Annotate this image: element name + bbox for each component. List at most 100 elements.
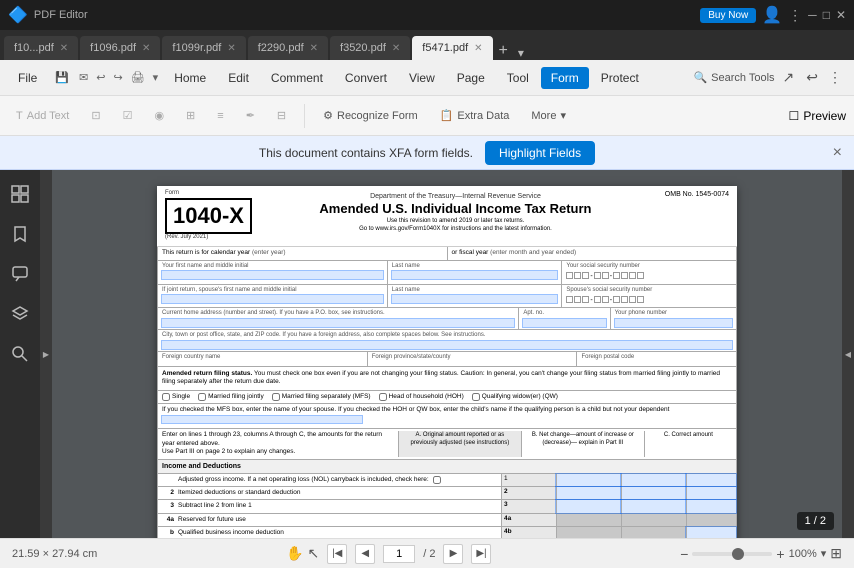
- tab-f1096[interactable]: f1096.pdf ✕: [80, 36, 160, 60]
- left-panel-toggle[interactable]: ▶: [40, 170, 52, 538]
- checkbox-hoh-input[interactable]: [379, 393, 387, 401]
- menu-tool[interactable]: Tool: [497, 67, 539, 89]
- tab-f5471[interactable]: f5471.pdf ✕: [412, 36, 492, 60]
- ssn-box[interactable]: [582, 296, 589, 303]
- spouse-lastname-field[interactable]: [392, 295, 558, 303]
- preview-area[interactable]: ☐ Preview: [789, 109, 846, 123]
- ssn-box[interactable]: [621, 272, 628, 279]
- tab-close-f3520[interactable]: ✕: [392, 43, 400, 54]
- menu-view[interactable]: View: [399, 67, 445, 89]
- first-name-field[interactable]: [162, 271, 383, 279]
- user-icon[interactable]: 👤: [762, 5, 782, 25]
- search-panel-btn[interactable]: [4, 338, 36, 370]
- ssn-box[interactable]: [629, 272, 636, 279]
- city-field[interactable]: [162, 341, 732, 349]
- menu-home[interactable]: Home: [164, 67, 216, 89]
- checkbox-mfs-input[interactable]: [272, 393, 280, 401]
- ssn-box[interactable]: [637, 296, 644, 303]
- zoom-out-btn[interactable]: −: [680, 546, 688, 562]
- nol-checkbox[interactable]: [433, 476, 441, 484]
- row-4b-col-c[interactable]: [686, 527, 736, 538]
- fit-page-btn[interactable]: ⊞: [830, 545, 842, 562]
- menu-page[interactable]: Page: [447, 67, 495, 89]
- ssn-box[interactable]: [582, 272, 589, 279]
- ssn-box[interactable]: [566, 296, 573, 303]
- extra-data-btn[interactable]: 📋 Extra Data: [432, 105, 518, 126]
- dropdown-icon[interactable]: ▾: [149, 71, 163, 84]
- row-1-col-c[interactable]: [686, 474, 736, 486]
- last-page-btn[interactable]: ▶|: [471, 544, 491, 564]
- address-field[interactable]: [162, 319, 514, 327]
- layers-panel-btn[interactable]: [4, 298, 36, 330]
- new-tab-btn[interactable]: +: [495, 42, 512, 60]
- more-btn[interactable]: More ▾: [523, 105, 574, 126]
- more-icon[interactable]: ⋮: [824, 69, 846, 86]
- page-number-input[interactable]: [383, 545, 415, 563]
- undo-icon[interactable]: ↩: [92, 71, 109, 84]
- mfs-note-field[interactable]: [162, 416, 362, 423]
- minimize-btn[interactable]: ─: [808, 8, 817, 22]
- select-btn[interactable]: ⊡: [83, 105, 108, 126]
- row-3-col-c[interactable]: [686, 500, 736, 512]
- highlight-fields-btn[interactable]: Highlight Fields: [485, 141, 595, 165]
- sign-btn[interactable]: ✒: [238, 105, 263, 126]
- checkbox-mfj-input[interactable]: [198, 393, 206, 401]
- save-icon[interactable]: 💾: [49, 71, 75, 84]
- apt-field[interactable]: [523, 319, 605, 327]
- zoom-in-btn[interactable]: +: [776, 546, 784, 562]
- tab-close-f5471[interactable]: ✕: [474, 43, 482, 54]
- ssn-box[interactable]: [602, 272, 609, 279]
- cursor-tool-icon[interactable]: ↖: [308, 545, 320, 562]
- bookmark-panel-btn[interactable]: [4, 218, 36, 250]
- menu-convert[interactable]: Convert: [335, 67, 397, 89]
- preview-checkbox[interactable]: ☐: [789, 109, 800, 123]
- hand-tool-icon[interactable]: ✋: [286, 545, 303, 562]
- tab-close-f1096[interactable]: ✕: [142, 43, 150, 54]
- ssn-box[interactable]: [602, 296, 609, 303]
- ssn-box[interactable]: [594, 296, 601, 303]
- ssn-box[interactable]: [613, 296, 620, 303]
- tab-close-f10[interactable]: ✕: [60, 43, 68, 54]
- menu-edit[interactable]: Edit: [218, 67, 259, 89]
- tab-f1099r[interactable]: f1099r.pdf ✕: [162, 36, 245, 60]
- next-page-btn[interactable]: ▶: [443, 544, 463, 564]
- tab-f10[interactable]: f10...pdf ✕: [4, 36, 78, 60]
- tab-f3520[interactable]: f3520.pdf ✕: [330, 36, 410, 60]
- phone-field[interactable]: [615, 319, 732, 327]
- row-2-col-a[interactable]: [556, 487, 621, 499]
- ssn-box[interactable]: [566, 272, 573, 279]
- checkbox-hoh[interactable]: Head of household (HOH): [379, 393, 464, 401]
- ssn-box[interactable]: [621, 296, 628, 303]
- barcode-btn[interactable]: ⊟: [269, 105, 294, 126]
- list-btn[interactable]: ≡: [209, 106, 231, 126]
- print-icon[interactable]: 🖨: [127, 71, 149, 84]
- tab-dropdown-icon[interactable]: ▾: [514, 46, 528, 60]
- ssn-box[interactable]: [594, 272, 601, 279]
- recognize-form-btn[interactable]: ⚙ Recognize Form: [315, 105, 426, 126]
- zoom-thumb[interactable]: [732, 548, 744, 560]
- tab-f2290[interactable]: f2290.pdf ✕: [248, 36, 328, 60]
- checkbox-btn[interactable]: ☑: [115, 105, 141, 126]
- redo-icon[interactable]: ↪: [109, 71, 126, 84]
- menu-protect[interactable]: Protect: [591, 67, 649, 89]
- search-area[interactable]: 🔍 Search Tools: [693, 71, 774, 84]
- close-btn[interactable]: ✕: [836, 8, 846, 22]
- comment-panel-btn[interactable]: [4, 258, 36, 290]
- row-2-col-c[interactable]: [686, 487, 736, 499]
- row-1-col-b[interactable]: [621, 474, 686, 486]
- row-3-col-b[interactable]: [621, 500, 686, 512]
- checkbox-mfj[interactable]: Married filing jointly: [198, 393, 264, 401]
- checkbox-qw-input[interactable]: [472, 393, 480, 401]
- tab-close-f1099r[interactable]: ✕: [227, 43, 235, 54]
- row-2-col-b[interactable]: [621, 487, 686, 499]
- ssn-box[interactable]: [613, 272, 620, 279]
- combo-btn[interactable]: ⊞: [178, 105, 203, 126]
- checkbox-single[interactable]: Single: [162, 393, 190, 401]
- ssn-box[interactable]: [574, 296, 581, 303]
- thumbnail-panel-btn[interactable]: [4, 178, 36, 210]
- first-page-btn[interactable]: |◀: [327, 544, 347, 564]
- notification-close-btn[interactable]: ×: [833, 144, 842, 162]
- spouse-name-field[interactable]: [162, 295, 383, 303]
- menu-form[interactable]: Form: [541, 67, 589, 89]
- share-icon[interactable]: ↗: [777, 69, 801, 86]
